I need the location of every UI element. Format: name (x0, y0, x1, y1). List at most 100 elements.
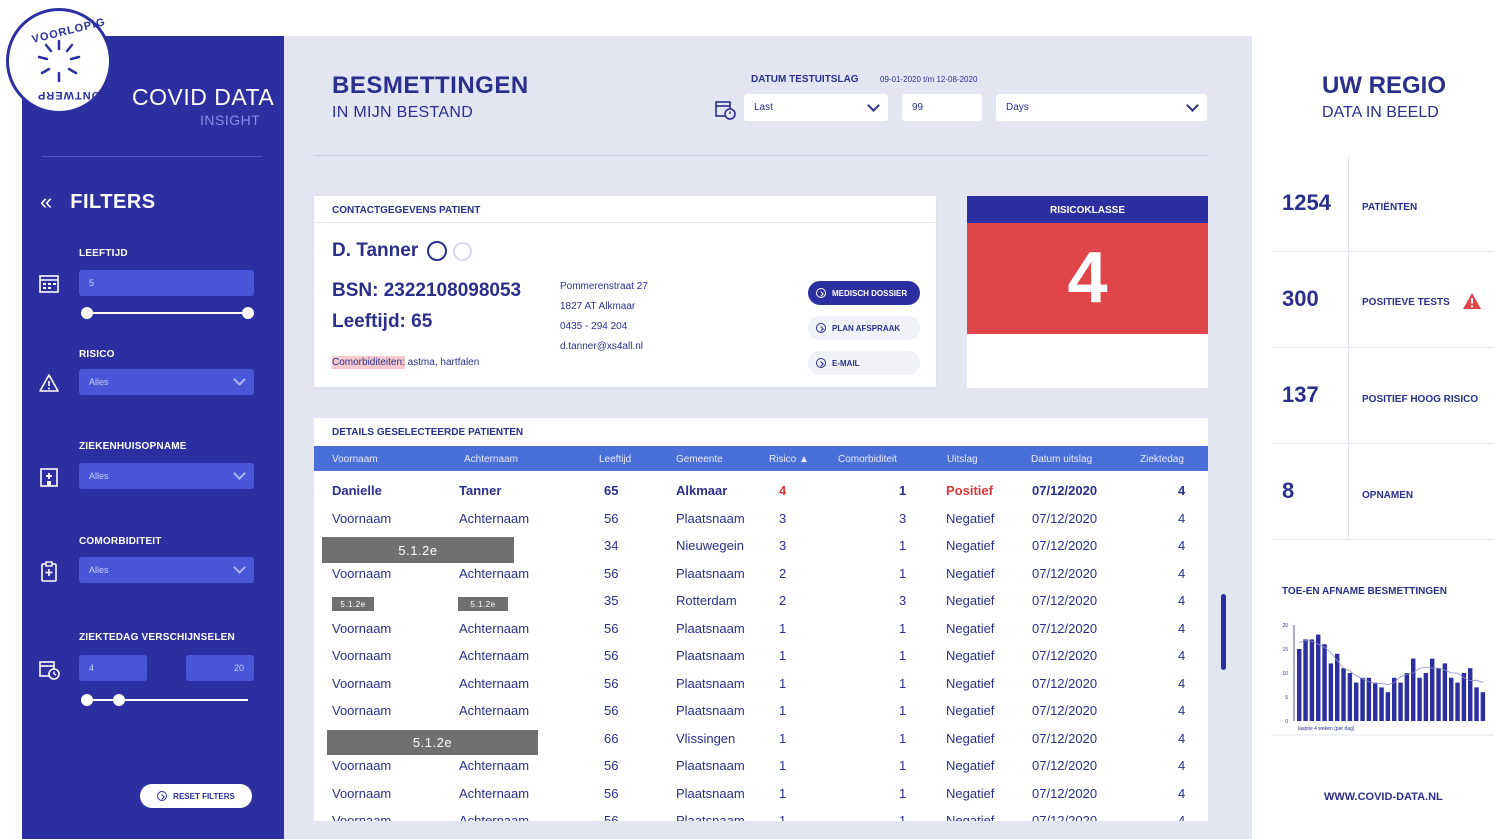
cell-risico: 3 (779, 510, 787, 526)
col-leeftijd[interactable]: Leeftijd (599, 454, 631, 465)
cell-ziektedag: 4 (1178, 565, 1186, 581)
table-row[interactable]: Voornaam Achternaam 56 Plaatsnaam 1 1 Negatief… (314, 753, 1208, 780)
risk-class-card: RISICOKLASSE 4 (967, 196, 1208, 388)
cell-uitslag: Negatief (946, 593, 995, 608)
cell-risico: 1 (779, 758, 787, 773)
comorbiditeit-select[interactable]: Alles (79, 557, 254, 583)
period-unit-value: Days (1006, 102, 1029, 113)
reset-filters-button[interactable]: RESET FILTERS (140, 784, 252, 808)
email-button[interactable]: E-MAIL (808, 351, 920, 375)
draft-stamp: VOORLOPIG ONTWERP (6, 8, 112, 114)
period-select-value: Last (754, 102, 773, 113)
cell-leeftijd: 56 (604, 620, 619, 636)
cell-achternaam: Achternaam (459, 785, 530, 801)
sidebar-divider (42, 156, 262, 157)
chart-y-tick-label: 15 (1282, 647, 1288, 653)
comorbidities-value: astma, hartfalen (404, 357, 480, 368)
ziektedag-min-input[interactable]: 4 (79, 655, 147, 681)
table-row[interactable]: Voornaam Achternaam 56 Plaatsnaam 2 1 Negatief… (314, 561, 1208, 588)
chart-bar (1328, 663, 1334, 721)
ziektedag-slider-min-handle[interactable] (81, 694, 93, 706)
cell-leeftijd: 56 (604, 785, 619, 801)
col-uitslag[interactable]: Uitslag (947, 454, 978, 465)
table-row[interactable]: Voornaam Achternaam 56 Plaatsnaam 1 1 Negatief… (314, 616, 1208, 643)
cell-gemeente: Alkmaar (676, 483, 728, 498)
ziekenhuis-select[interactable]: Alles (79, 463, 254, 489)
table-row[interactable]: 35 Rotterdam 2 3 Negatief 07/12/2020 4 (314, 588, 1208, 615)
leeftijd-slider-track[interactable] (86, 312, 248, 314)
kpi-separator (1348, 348, 1349, 444)
sidebar: COVID DATA INSIGHT « FILTERS LEEFTIJD 5 … (22, 36, 284, 839)
plan-appointment-label: PLAN AFSPRAAK (832, 323, 901, 333)
kpi-positieve-tests: 300 POSITIEVE TESTS (1272, 252, 1494, 348)
cell-achternaam: Achternaam (459, 813, 530, 821)
col-achternaam[interactable]: Achternaam (464, 454, 518, 465)
table-row[interactable]: Voornaam Achternaam 56 Plaatsnaam 3 3 Negatief… (314, 506, 1208, 533)
risico-select[interactable]: Alles (79, 369, 254, 395)
table-row[interactable]: Voornaam Achternaam 56 Plaatsnaam 1 1 Negatief… (314, 671, 1208, 698)
address-city: 1827 AT Alkmaar (560, 301, 636, 312)
cell-achternaam: Achternaam (459, 510, 530, 526)
cell-ziektedag: 4 (1178, 483, 1186, 498)
calendar-clock-icon[interactable] (714, 98, 736, 120)
col-risico-sort[interactable]: Risico ▲ (769, 454, 809, 465)
filters-header: « FILTERS (40, 189, 156, 215)
ziektedag-slider-track[interactable] (86, 699, 248, 701)
cell-comorbiditeit: 1 (899, 758, 907, 773)
ziektedag-slider-max-handle[interactable] (113, 694, 125, 706)
col-voornaam[interactable]: Voornaam (332, 454, 378, 465)
cell-comorbiditeit: 1 (899, 703, 907, 718)
address-email[interactable]: d.tanner@xs4all.nl (560, 341, 643, 352)
chart-x-axis-label: laatste 4 weken (per dag) (1298, 726, 1355, 732)
arrow-circle-icon (816, 323, 826, 333)
table-row[interactable]: Voornaam Achternaam 56 Plaatsnaam 1 1 Negatief… (314, 781, 1208, 808)
infections-bar-chart: 0 5 10 15 20 laatste 4 weken (per dag) (1272, 623, 1494, 736)
cell-ziektedag: 4 (1178, 648, 1186, 663)
reset-filters-label: RESET FILTERS (173, 791, 235, 801)
footer-url-link[interactable]: WWW.COVID-DATA.NL (1324, 791, 1443, 803)
table-scrollbar[interactable] (1221, 594, 1226, 670)
col-ziektedag[interactable]: Ziektedag (1140, 454, 1184, 465)
cell-gemeente: Plaatsnaam (676, 675, 745, 691)
medical-dossier-button[interactable]: MEDISCH DOSSIER (808, 281, 920, 305)
leeftijd-slider-min-handle[interactable] (81, 307, 93, 319)
kpi-value: 1254 (1282, 190, 1331, 215)
period-count-input[interactable]: 99 (902, 94, 982, 121)
cell-uitslag: Negatief (946, 813, 995, 821)
collapse-icon[interactable]: « (40, 189, 52, 215)
period-unit-select[interactable]: Days (996, 94, 1207, 121)
cell-uitslag: Negatief (946, 620, 995, 636)
cell-datum-uitslag: 07/12/2020 (1032, 730, 1098, 746)
cell-uitslag: Negatief (946, 565, 995, 581)
col-gemeente[interactable]: Gemeente (676, 454, 723, 465)
comorbidities-label: Comorbiditeiten: (332, 356, 405, 369)
infections-chart: 0 5 10 15 20 laatste 4 weken (per dag) (1272, 611, 1494, 743)
period-select[interactable]: Last (744, 94, 888, 121)
chart-y-tick-label: 5 (1285, 695, 1288, 701)
cell-comorbiditeit: 1 (899, 620, 907, 636)
table-row[interactable]: Voornaam Achternaam 56 Plaatsnaam 1 1 Negatief… (314, 643, 1208, 670)
redaction-block: 5.1.2e (458, 597, 508, 611)
logo-subtitle: INSIGHT (200, 112, 261, 128)
table-row[interactable]: Voornaam Achternaam 56 Plaatsnaam 1 1 Negatief… (314, 698, 1208, 725)
kpi-opnamen: 8 OPNAMEN (1272, 444, 1494, 540)
col-datum-uitslag[interactable]: Datum uitslag (1031, 454, 1092, 465)
leeftijd-slider-max-handle[interactable] (242, 307, 254, 319)
plan-appointment-button[interactable]: PLAN AFSPRAAK (808, 316, 920, 340)
col-comorbiditeit[interactable]: Comorbiditeit (838, 454, 897, 465)
warning-icon (39, 374, 59, 392)
cell-gemeente: Plaatsnaam (676, 703, 745, 718)
cell-risico: 1 (779, 730, 787, 746)
region-subtitle: DATA IN BEELD (1322, 104, 1439, 121)
risk-class-value: 4 (967, 223, 1208, 334)
table-row[interactable]: Danielle Tanner 65 Alkmaar 4 1 Positief 07/12/2… (314, 478, 1208, 505)
ziektedag-max-input[interactable]: 20 (186, 655, 254, 681)
arrow-circle-icon (157, 791, 168, 801)
cell-achternaam: Achternaam (459, 703, 530, 718)
cell-leeftijd: 56 (604, 648, 619, 663)
table-row[interactable]: Voornaam Achternaam 56 Plaatsnaam 1 1 Negatief… (314, 808, 1208, 821)
leeftijd-input[interactable]: 5 (79, 270, 254, 296)
warning-icon (1463, 293, 1481, 309)
app-logo[interactable]: COVID DATA INSIGHT (132, 84, 274, 128)
cell-datum-uitslag: 07/12/2020 (1032, 593, 1098, 608)
